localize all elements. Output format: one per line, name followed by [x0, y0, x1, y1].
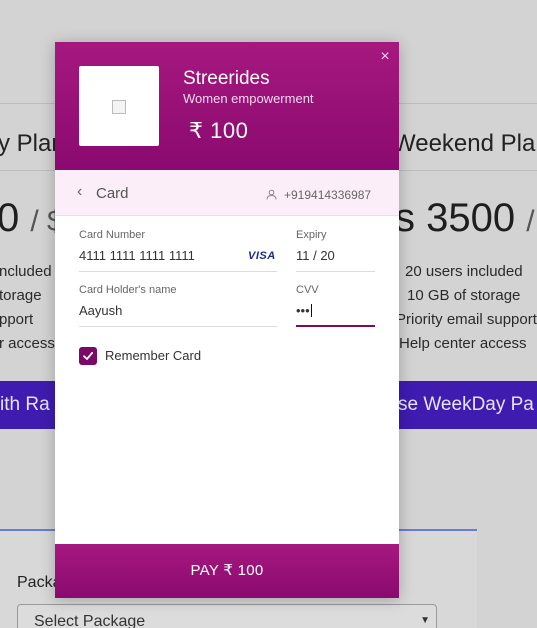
merchant-tagline: Women empowerment	[183, 91, 314, 106]
checkout-header: Streerides Women empowerment ₹ 100 ×	[55, 42, 399, 170]
order-amount: ₹ 100	[189, 118, 249, 143]
package-select[interactable]: Select Package ▼	[17, 604, 437, 628]
pay-button[interactable]: PAY ₹ 100	[55, 544, 399, 598]
card-number-label: Card Number	[79, 229, 146, 241]
plan-title: Weekend Plan	[393, 130, 537, 157]
plan-feature: r access	[0, 335, 55, 352]
remember-card-label: Remember Card	[105, 348, 202, 363]
dropdown-arrow-icon: ▼	[420, 615, 430, 626]
visa-logo: VISA	[248, 250, 276, 262]
price-period: / s	[526, 205, 537, 238]
remember-card-checkbox[interactable]	[79, 347, 97, 365]
price-value: s 3500	[395, 196, 516, 240]
plan-feature: 10 GB of storage	[407, 287, 521, 304]
method-bar: ‹ Card +919414336987	[55, 170, 399, 216]
cvv-value: •••	[296, 303, 310, 318]
payment-method-title: Card	[96, 185, 129, 202]
plan-feature: ncluded	[0, 263, 52, 280]
cvv-label: CVV	[296, 284, 319, 296]
plan-feature: Help center access	[399, 335, 527, 352]
expiry-underline	[296, 271, 375, 272]
close-icon[interactable]: ×	[377, 48, 393, 66]
plan-feature: 20 users included	[405, 263, 523, 280]
choose-plan-button[interactable]: se WeekDay Pa	[396, 381, 537, 429]
card-number-underline	[79, 271, 277, 272]
plan-price: s 3500 / s	[395, 196, 537, 241]
cvv-underline	[296, 325, 375, 327]
checkout-modal: Streerides Women empowerment ₹ 100 × ‹ C…	[55, 42, 399, 598]
expiry-label: Expiry	[296, 229, 327, 241]
merchant-logo	[79, 66, 159, 146]
contact-phone: +919414336987	[284, 188, 372, 202]
holder-name-underline	[79, 326, 277, 327]
check-icon	[83, 351, 94, 360]
holder-name-label: Card Holder's name	[79, 284, 177, 296]
chevron-left-icon[interactable]: ‹	[77, 184, 89, 200]
plan-feature: torage	[0, 287, 42, 304]
price-value: 0	[0, 196, 20, 240]
plan-feature: pport	[0, 311, 34, 328]
merchant-name: Streerides	[183, 68, 270, 89]
user-icon	[266, 189, 277, 200]
cvv-input[interactable]: •••	[296, 303, 312, 318]
expiry-input[interactable]: 11 / 20	[296, 248, 335, 263]
plan-feature: Priority email support	[396, 311, 537, 328]
package-select-value: Select Package	[34, 613, 146, 628]
broken-image-icon	[112, 100, 126, 114]
choose-plan-button[interactable]: ith Ra	[0, 381, 60, 429]
holder-name-input[interactable]: Aayush	[79, 303, 122, 318]
text-caret	[310, 304, 312, 317]
card-number-input[interactable]: 4111 1111 1111 1111	[79, 248, 195, 263]
